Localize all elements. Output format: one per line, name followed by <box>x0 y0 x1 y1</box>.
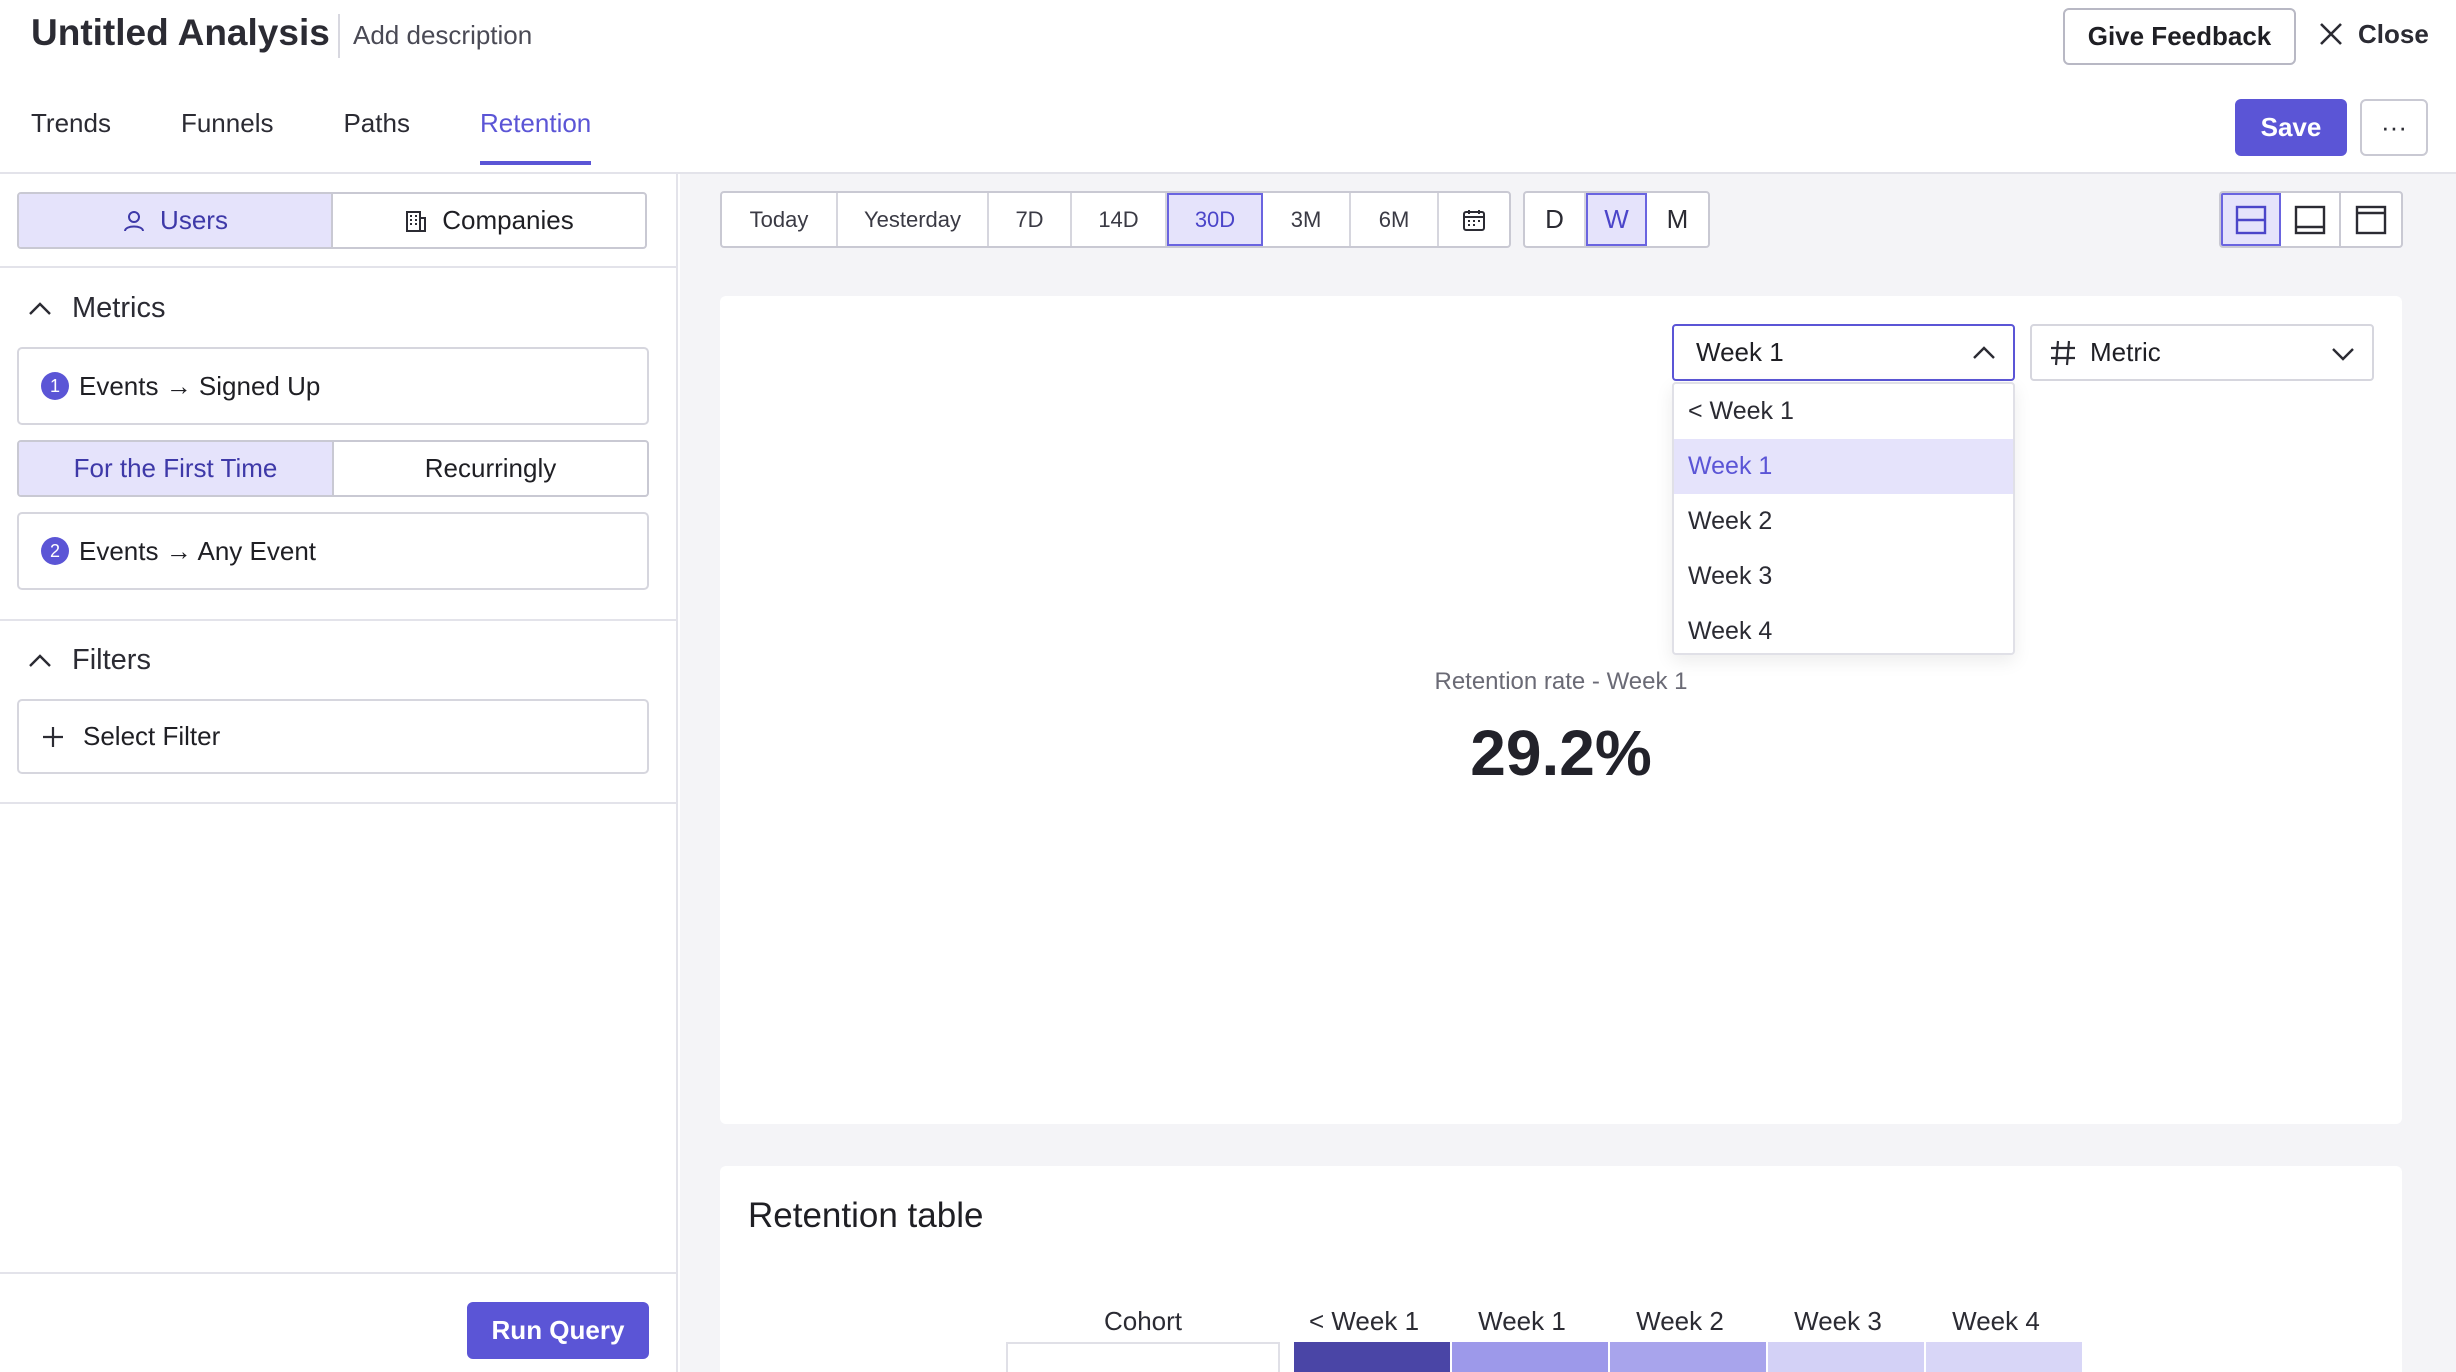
column-header: Week 3 <box>1794 1306 1882 1336</box>
column-header: Week 2 <box>1636 1306 1724 1336</box>
retention-cell <box>1768 1342 1924 1372</box>
metric-2-card[interactable]: 2 Events → Any Event <box>17 512 649 590</box>
layout-chart-button[interactable] <box>2281 193 2341 246</box>
title-divider <box>338 14 340 58</box>
column-header-cohort: Cohort <box>1103 1306 1183 1336</box>
tab-retention[interactable]: Retention <box>479 108 592 165</box>
cohort-cell <box>1006 1342 1280 1372</box>
retention-rate-label: Retention rate - Week 1 <box>1434 668 1688 695</box>
layout-selector <box>2219 191 2403 248</box>
filters-section-toggle[interactable]: Filters <box>28 644 151 677</box>
chevron-up-icon <box>29 653 51 667</box>
retention-table-panel: Retention table Cohort < Week 1 Week 1 W… <box>720 1166 2402 1372</box>
week-dropdown-menu: < Week 1 Week 1 Week 2 Week 3 Week 4 <box>1672 382 2015 655</box>
range-30d[interactable]: 30D <box>1167 193 1263 246</box>
retention-table-title: Retention table <box>748 1196 984 1235</box>
granularity-selector: D W M <box>1523 191 1710 248</box>
section-divider <box>0 266 676 268</box>
select-filter-label: Select Filter <box>83 721 221 751</box>
date-range-selector: Today Yesterday 7D 14D 30D 3M 6M <box>720 191 1511 248</box>
week-option-selected[interactable]: Week 1 <box>1674 439 2013 494</box>
users-label: Users <box>160 205 228 235</box>
granularity-month[interactable]: M <box>1647 193 1708 246</box>
tab-paths[interactable]: Paths <box>343 108 410 161</box>
companies-label: Companies <box>442 205 574 235</box>
analysis-tabs: Trends Funnels Paths Retention <box>31 108 661 165</box>
more-icon: ··· <box>2381 112 2407 142</box>
metric-1-card[interactable]: 1 Events → Signed Up <box>17 347 649 425</box>
app-header: Untitled Analysis Add description Give F… <box>0 0 2456 174</box>
custom-date-button[interactable] <box>1439 193 1509 246</box>
users-option[interactable]: Users <box>19 194 331 247</box>
metrics-section-toggle[interactable]: Metrics <box>28 292 165 325</box>
retention-cell <box>1610 1342 1766 1372</box>
results-area: Today Yesterday 7D 14D 30D 3M 6M D W M W… <box>680 174 2456 1372</box>
chart-layout-icon <box>2294 205 2326 234</box>
user-icon <box>124 210 145 231</box>
hash-icon <box>2051 340 2075 365</box>
building-icon <box>406 210 427 232</box>
section-divider <box>0 619 676 621</box>
week-option[interactable]: < Week 1 <box>1674 384 2013 439</box>
close-label: Close <box>2358 18 2429 49</box>
split-layout-icon <box>2235 205 2267 234</box>
query-builder-panel: Users Companies Metrics 1 Events → Signe… <box>0 174 678 1372</box>
tab-trends[interactable]: Trends <box>31 108 111 161</box>
close-button[interactable]: Close <box>2318 12 2429 56</box>
week-select[interactable]: Week 1 <box>1672 324 2015 381</box>
analysis-title[interactable]: Untitled Analysis <box>31 12 330 54</box>
metric-2-label: Events → Any Event <box>79 535 317 566</box>
select-filter-button[interactable]: Select Filter <box>17 699 649 774</box>
chevron-up-icon <box>1973 346 1995 359</box>
column-header: Week 4 <box>1952 1306 2040 1336</box>
table-layout-icon <box>2355 205 2387 234</box>
retention-cell <box>1452 1342 1608 1372</box>
range-6m[interactable]: 6M <box>1351 193 1439 246</box>
metric-select-value: Metric <box>2090 337 2161 367</box>
tab-funnels[interactable]: Funnels <box>181 108 274 161</box>
chevron-up-icon <box>29 301 51 315</box>
week-option[interactable]: Week 3 <box>1674 549 2013 604</box>
chevron-down-icon <box>2332 348 2354 361</box>
metric-1-badge: 1 <box>41 372 69 400</box>
recurringly-option[interactable]: Recurringly <box>332 442 647 495</box>
layout-split-button[interactable] <box>2221 193 2281 246</box>
metrics-title: Metrics <box>72 292 166 324</box>
range-yesterday[interactable]: Yesterday <box>838 193 989 246</box>
week-option[interactable]: Week 4 <box>1674 604 2013 659</box>
range-3m[interactable]: 3M <box>1263 193 1351 246</box>
footer-divider <box>0 1272 676 1274</box>
section-divider <box>0 802 676 804</box>
week-select-value: Week 1 <box>1696 337 1784 367</box>
close-icon <box>2320 23 2342 45</box>
retention-rate-value: 29.2% <box>1470 717 1652 789</box>
column-header: Week 1 <box>1478 1306 1566 1336</box>
range-7d[interactable]: 7D <box>989 193 1072 246</box>
retention-cell <box>1926 1342 2082 1372</box>
metric-2-badge: 2 <box>41 537 69 565</box>
metric-1-label: Events → Signed Up <box>79 370 321 401</box>
more-options-button[interactable]: ··· <box>2360 99 2428 156</box>
companies-option[interactable]: Companies <box>331 194 645 247</box>
first-time-option[interactable]: For the First Time <box>19 442 332 495</box>
range-today[interactable]: Today <box>722 193 838 246</box>
week-option[interactable]: Week 2 <box>1674 494 2013 549</box>
run-query-button[interactable]: Run Query <box>467 1302 649 1359</box>
frequency-toggle: For the First Time Recurringly <box>17 440 649 497</box>
range-14d[interactable]: 14D <box>1072 193 1167 246</box>
layout-table-button[interactable] <box>2341 193 2401 246</box>
filters-title: Filters <box>72 644 151 676</box>
metric-select[interactable]: Metric <box>2030 324 2374 381</box>
column-header: < Week 1 <box>1308 1306 1420 1336</box>
plus-icon <box>43 726 63 747</box>
retention-cell <box>1294 1342 1450 1372</box>
add-description-link[interactable]: Add description <box>353 20 532 51</box>
calendar-icon <box>1463 209 1485 231</box>
save-button[interactable]: Save <box>2235 99 2347 156</box>
give-feedback-button[interactable]: Give Feedback <box>2063 8 2296 65</box>
retention-rate-panel: Week 1 Metric < Week 1 Week 1 Week 2 Wee… <box>720 296 2402 1124</box>
granularity-day[interactable]: D <box>1525 193 1586 246</box>
entity-toggle: Users Companies <box>17 192 647 249</box>
granularity-week[interactable]: W <box>1586 193 1647 246</box>
